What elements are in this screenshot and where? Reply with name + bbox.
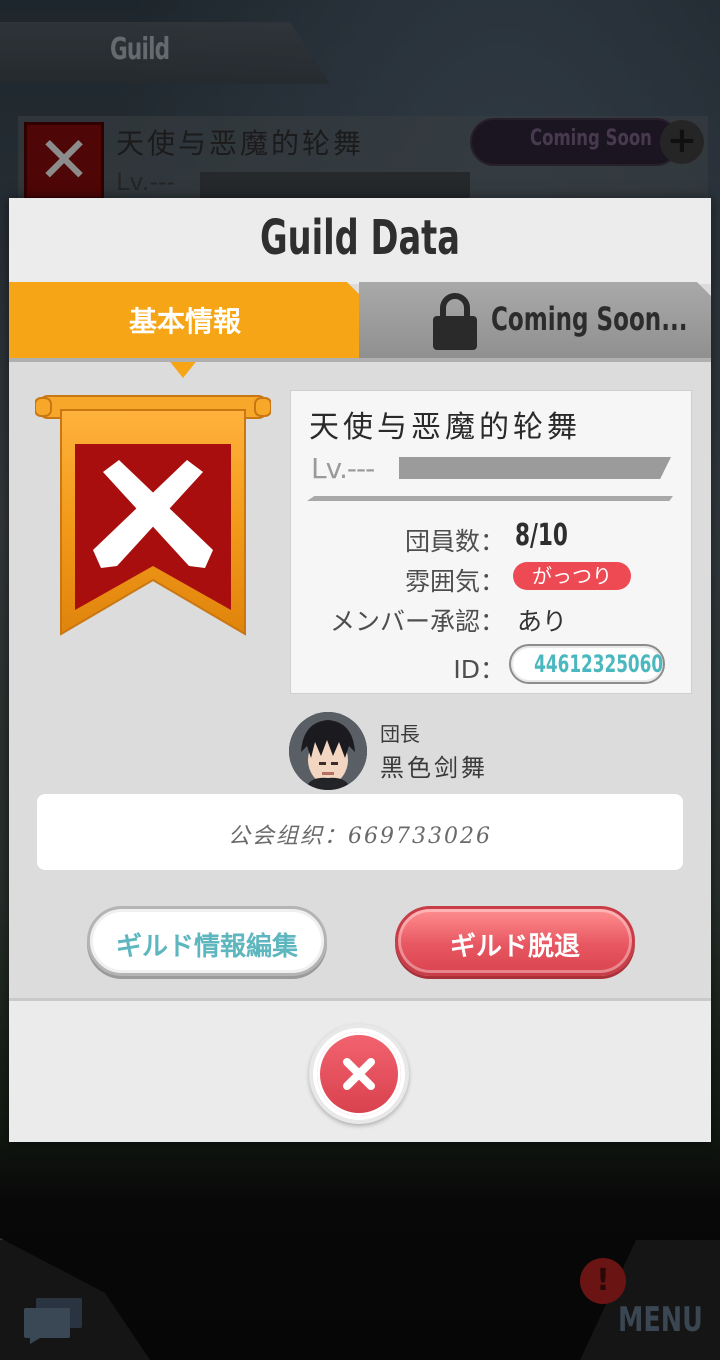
id-label: ID： (453, 655, 505, 684)
members-value: 8/10 (515, 518, 568, 553)
level-progress-bar (399, 457, 671, 479)
avatar (289, 712, 367, 790)
close-icon (343, 1058, 375, 1090)
approval-value: あり (517, 607, 568, 636)
leader-name: 黑色剑舞 (380, 754, 488, 782)
level-underline (307, 496, 673, 501)
mood-badge: がっつり (513, 562, 631, 590)
tab-divider (9, 358, 711, 362)
leave-guild-label: ギルド脱退 (449, 932, 580, 962)
mood-label: 雰囲気： (404, 567, 505, 596)
guild-id-value: 44612325060 (534, 650, 664, 678)
guild-message: 公会组织：669733026 (228, 824, 492, 849)
guild-name: 天使与恶魔的轮舞 (309, 410, 581, 445)
alert-badge: ! (580, 1258, 626, 1304)
leader-role: 団長 (380, 722, 420, 746)
chat-icon (24, 1298, 82, 1344)
guild-data-dialog: Guild Data 基本情報 Coming Soon... 天使与恶魔的轮舞 … (9, 198, 711, 1142)
guild-emblem (35, 395, 271, 636)
dialog-title: Guild Data (259, 210, 461, 266)
tab-basic-info[interactable]: 基本情報 (9, 282, 361, 360)
approval-label: メンバー承認： (329, 607, 505, 636)
tab-coming-soon-label: Coming Soon... (491, 300, 688, 338)
guild-level: Lv.--- (311, 452, 375, 485)
lock-icon (433, 293, 477, 350)
menu-button: MENU (618, 1300, 703, 1340)
members-label: 団員数： (404, 527, 505, 556)
edit-guild-info-label: ギルド情報編集 (115, 932, 298, 962)
